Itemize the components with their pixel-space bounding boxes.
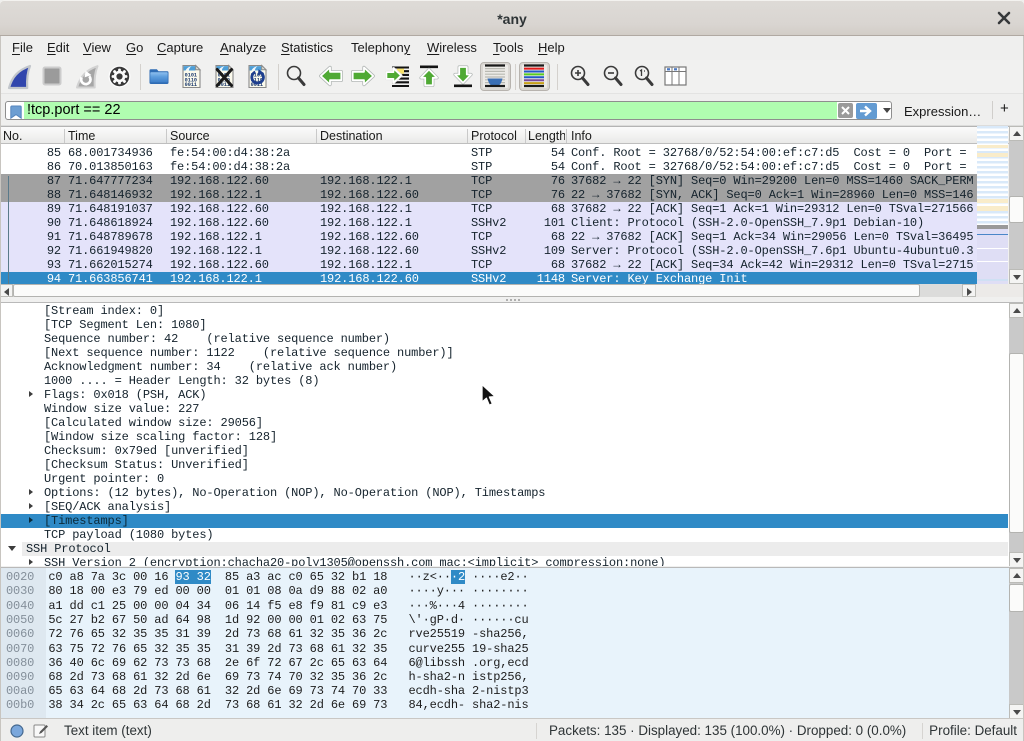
svg-text:0011: 0011 (185, 82, 197, 88)
